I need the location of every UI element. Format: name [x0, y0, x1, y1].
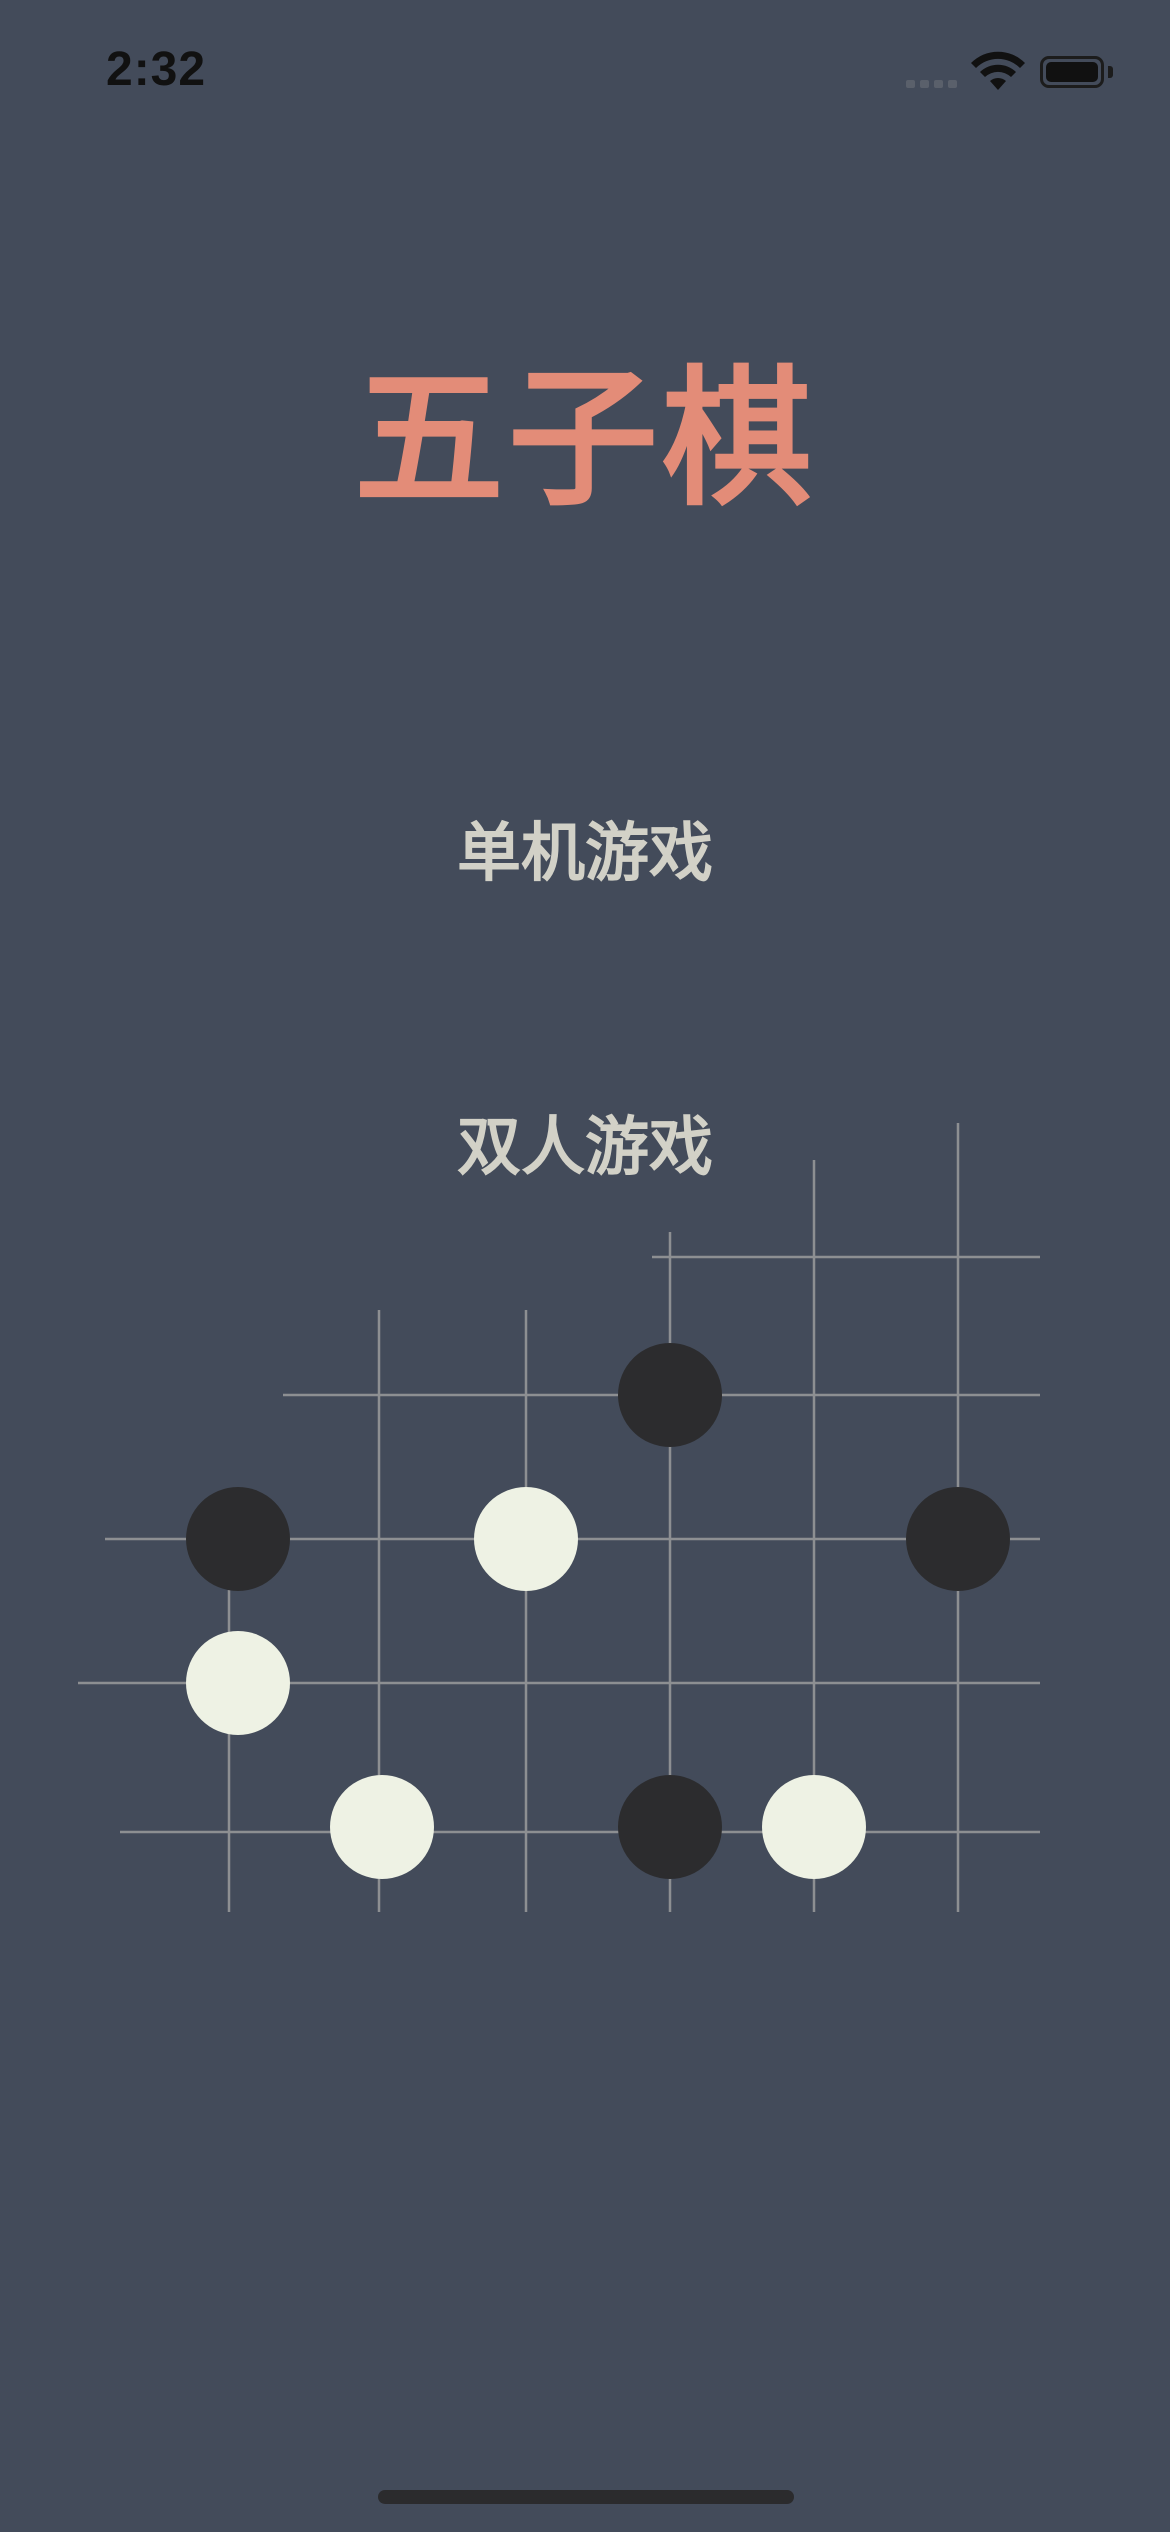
home-indicator[interactable]	[378, 2490, 794, 2504]
black-stone	[906, 1487, 1010, 1591]
black-stone	[186, 1487, 290, 1591]
status-bar-time: 2:32	[106, 43, 207, 96]
single-player-button[interactable]: 单机游戏	[335, 799, 835, 909]
white-stone	[474, 1487, 578, 1591]
game-title: 五子棋	[353, 353, 816, 527]
cellular-signal-icon	[906, 80, 960, 88]
white-stone	[186, 1631, 290, 1735]
two-player-button[interactable]: 双人游戏	[335, 1093, 835, 1203]
board-stones	[186, 1343, 1010, 1879]
black-stone	[618, 1775, 722, 1879]
wifi-icon	[971, 51, 1025, 90]
battery-icon	[1040, 56, 1104, 88]
battery-level-fill	[1046, 62, 1098, 82]
black-stone	[618, 1343, 722, 1447]
white-stone	[330, 1775, 434, 1879]
battery-cap	[1108, 66, 1113, 78]
white-stone	[762, 1775, 866, 1879]
app-screen: 2:32 五子棋 单机游戏 双人游戏	[0, 0, 1170, 2532]
